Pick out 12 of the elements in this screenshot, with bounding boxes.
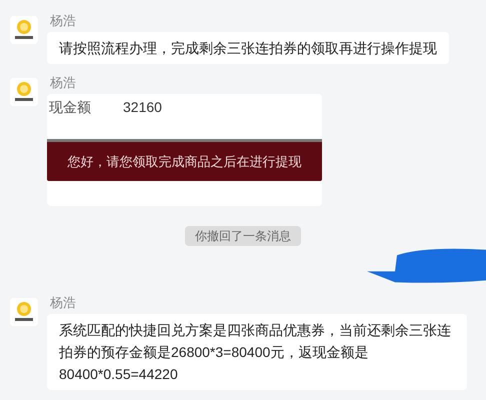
alert-banner: 您好，请您领取完成商品之后在进行提现 [47, 139, 322, 181]
sender-name: 杨浩 [50, 12, 77, 30]
recall-notice: 你撤回了一条消息 [185, 226, 301, 246]
avatar-icon [10, 78, 38, 106]
amount-value: 32160 [123, 98, 162, 116]
message-bubble: 系统匹配的快捷回兑方案是四张商品优惠券，当前还剩余三张连拍券的预存金额是26800*3=80400元，返现金额是80400*0.55=44220 [47, 314, 467, 390]
avatar-icon [10, 298, 38, 326]
sender-name: 杨浩 [50, 294, 77, 312]
message-bubble: 请按照流程办理，完成剩余三张连拍券的领取再进行操作提现 [47, 32, 449, 64]
sender-name: 杨浩 [50, 74, 77, 92]
field-label: 现金额 [48, 98, 92, 116]
avatar-icon [10, 16, 38, 44]
